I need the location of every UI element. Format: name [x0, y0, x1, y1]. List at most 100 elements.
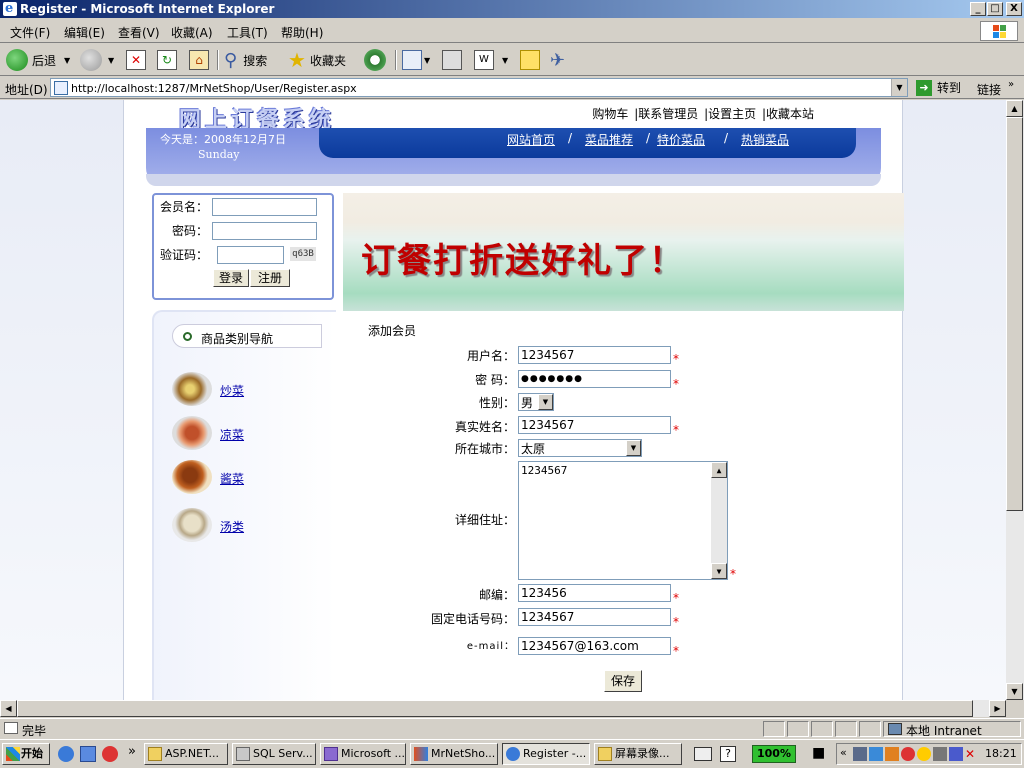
- task-mrnetshop[interactable]: MrNetSho...: [410, 743, 498, 765]
- nav-special[interactable]: 特价菜品: [657, 131, 705, 148]
- task-register[interactable]: Register -...: [502, 743, 590, 765]
- contact-admin-link[interactable]: |联系管理员: [634, 107, 698, 121]
- vertical-scrollbar[interactable]: ▲ ▼: [1006, 100, 1024, 700]
- task-microsoft[interactable]: Microsoft ...: [320, 743, 406, 765]
- category-link-pickled[interactable]: 酱菜: [220, 470, 244, 487]
- chevron-left-icon[interactable]: ◀: [0, 700, 17, 717]
- menu-favorites[interactable]: 收藏(A): [171, 24, 213, 41]
- power-plug-icon[interactable]: ■: [812, 745, 825, 761]
- task-screen-recorder[interactable]: 屏幕录像...: [594, 743, 682, 765]
- chevron-right-icon[interactable]: »: [128, 744, 136, 759]
- chevron-down-icon[interactable]: ▼: [108, 56, 114, 65]
- chevron-right-icon[interactable]: ▶: [989, 700, 1006, 717]
- chevron-right-icon[interactable]: »: [1008, 79, 1014, 90]
- menu-help[interactable]: 帮助(H): [281, 24, 323, 41]
- save-button[interactable]: 保存: [604, 670, 642, 692]
- close-button[interactable]: X: [1006, 2, 1022, 16]
- bookmark-link[interactable]: |收藏本站: [762, 107, 814, 121]
- stop-button[interactable]: ✕: [126, 48, 146, 72]
- messenger-button[interactable]: ✈: [550, 48, 565, 72]
- chevron-up-icon[interactable]: ▲: [711, 462, 727, 478]
- chevron-down-icon[interactable]: ▼: [891, 79, 907, 96]
- category-link-stirfry[interactable]: 炒菜: [220, 382, 244, 399]
- minimize-button[interactable]: _: [970, 2, 986, 16]
- clock[interactable]: 18:21: [985, 747, 1017, 760]
- start-button[interactable]: 开始: [2, 743, 50, 765]
- scroll-thumb[interactable]: [17, 700, 973, 717]
- chevron-down-icon[interactable]: ▼: [626, 440, 641, 456]
- desktop-quicklaunch-icon[interactable]: [80, 746, 96, 762]
- phone-input[interactable]: 1234567: [518, 608, 671, 626]
- url-input[interactable]: http://localhost:1287/MrNetShop/User/Reg…: [50, 78, 908, 97]
- weekday: Sunday: [198, 148, 240, 161]
- cart-link[interactable]: 购物车: [592, 107, 628, 121]
- history-button[interactable]: [364, 48, 386, 72]
- tray-app-icon[interactable]: [885, 747, 899, 761]
- zip-input[interactable]: 123456: [518, 584, 671, 602]
- home-button[interactable]: ⌂: [189, 48, 209, 72]
- address-textarea[interactable]: 1234567 ▲ ▼: [518, 461, 728, 580]
- gender-select[interactable]: 男 ▼: [518, 393, 554, 411]
- email-input[interactable]: 1234567@163.com: [518, 637, 671, 655]
- qq-tray-icon[interactable]: [901, 747, 915, 761]
- back-button[interactable]: 后退 ▼: [6, 48, 70, 72]
- keyboard-icon[interactable]: [694, 747, 712, 761]
- captcha-input[interactable]: [217, 246, 284, 264]
- login-button[interactable]: 登录: [213, 269, 249, 287]
- ie-quicklaunch-icon[interactable]: [58, 746, 74, 762]
- register-button[interactable]: 注册: [250, 269, 290, 287]
- nav-home[interactable]: 网站首页: [507, 131, 555, 148]
- category-link-soup[interactable]: 汤类: [220, 518, 244, 535]
- chevron-down-icon[interactable]: ▼: [424, 56, 430, 65]
- menu-tools[interactable]: 工具(T): [227, 24, 268, 41]
- zoom-indicator[interactable]: 100%: [752, 745, 796, 763]
- network-error-icon[interactable]: ✕: [965, 747, 979, 761]
- address-value: 1234567: [521, 464, 568, 477]
- chevron-down-icon[interactable]: ▼: [538, 394, 553, 410]
- password-input[interactable]: ●●●●●●●: [518, 370, 671, 388]
- menu-file[interactable]: 文件(F): [10, 24, 50, 41]
- mail-button[interactable]: ▼: [402, 48, 430, 72]
- chevron-down-icon[interactable]: ▼: [711, 563, 727, 579]
- qq-quicklaunch-icon[interactable]: [102, 746, 118, 762]
- discuss-button[interactable]: [520, 48, 540, 72]
- links-button[interactable]: 链接: [977, 81, 1001, 98]
- nav-recommended[interactable]: 菜品推荐: [585, 131, 633, 148]
- task-sql-server[interactable]: SQL Serv...: [232, 743, 316, 765]
- maximize-button[interactable]: □: [987, 2, 1003, 16]
- realname-input[interactable]: 1234567: [518, 416, 671, 434]
- category-header: 商品类别导航: [172, 324, 322, 348]
- forward-button[interactable]: ▼: [80, 48, 114, 72]
- qq-tray-icon[interactable]: [917, 747, 931, 761]
- login-password-input[interactable]: [212, 222, 317, 240]
- city-select[interactable]: 太原 ▼: [518, 439, 642, 457]
- menu-edit[interactable]: 编辑(E): [64, 24, 105, 41]
- tray-app-icon[interactable]: [933, 747, 947, 761]
- chevron-left-icon[interactable]: «: [840, 746, 847, 759]
- member-name-input[interactable]: [212, 198, 317, 216]
- print-button[interactable]: [442, 48, 462, 72]
- scroll-thumb[interactable]: [1006, 117, 1023, 511]
- chevron-down-icon[interactable]: ▼: [64, 56, 70, 65]
- set-home-link[interactable]: |设置主页: [704, 107, 756, 121]
- horizontal-scrollbar[interactable]: ◀ ▶: [0, 700, 1006, 717]
- tray-app-icon[interactable]: [869, 747, 883, 761]
- category-link-cold[interactable]: 凉菜: [220, 426, 244, 443]
- network-icon[interactable]: [853, 747, 867, 761]
- status-bar: 完毕 本地 Intranet: [0, 718, 1024, 738]
- help-icon[interactable]: ?: [720, 746, 736, 762]
- refresh-button[interactable]: ↻: [157, 48, 177, 72]
- go-button[interactable]: ➜ 转到: [916, 79, 961, 96]
- edit-button[interactable]: W ▼: [474, 48, 508, 72]
- username-input[interactable]: 1234567: [518, 346, 671, 364]
- task-asp-net[interactable]: ASP.NET...: [144, 743, 228, 765]
- favorites-button[interactable]: ★ 收藏夹: [288, 48, 346, 72]
- chevron-up-icon[interactable]: ▲: [1006, 100, 1023, 117]
- menu-view[interactable]: 查看(V): [118, 24, 160, 41]
- nav-hot[interactable]: 热销菜品: [741, 131, 789, 148]
- tray-app-icon[interactable]: [949, 747, 963, 761]
- chevron-down-icon[interactable]: ▼: [502, 56, 508, 65]
- chevron-down-icon[interactable]: ▼: [1006, 683, 1023, 700]
- textarea-scrollbar[interactable]: ▲ ▼: [711, 462, 727, 579]
- search-button[interactable]: ⚲ 搜索: [224, 48, 267, 72]
